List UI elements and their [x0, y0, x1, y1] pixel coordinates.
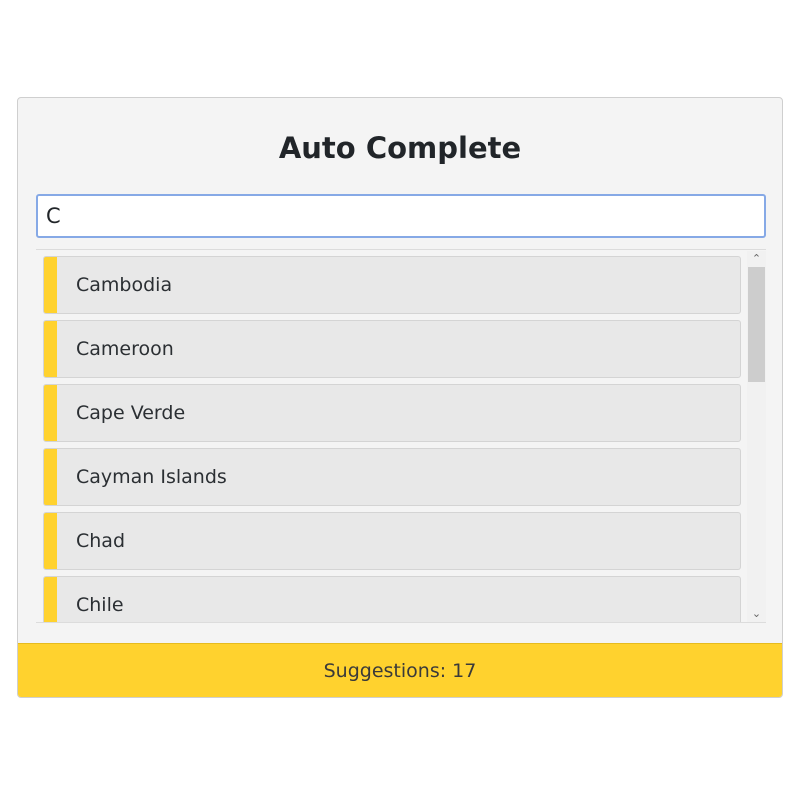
item-accent-bar	[44, 449, 57, 505]
divider	[36, 622, 766, 623]
list-item-chad[interactable]: Chad	[43, 512, 741, 570]
suggestions-count: Suggestions: 17	[323, 660, 477, 682]
list-item-cameroon[interactable]: Cameroon	[43, 320, 741, 378]
list-scrollbar[interactable]: ⌃ ⌄	[747, 251, 766, 622]
list-item-label: Chile	[76, 594, 124, 616]
search-input[interactable]	[36, 194, 766, 238]
autocomplete-card: Auto Complete Cambodia Cameroon Cape Ver…	[17, 97, 783, 698]
item-accent-bar	[44, 385, 57, 441]
list-item-cambodia[interactable]: Cambodia	[43, 256, 741, 314]
list-item-cayman-islands[interactable]: Cayman Islands	[43, 448, 741, 506]
page-title: Auto Complete	[278, 131, 522, 165]
item-accent-bar	[44, 513, 57, 569]
item-accent-bar	[44, 321, 57, 377]
list-item-label: Cape Verde	[76, 402, 186, 424]
chevron-down-icon[interactable]: ⌄	[747, 606, 766, 622]
list-item-chile[interactable]: Chile	[43, 576, 741, 623]
suggestion-list[interactable]: Cambodia Cameroon Cape Verde Cayman Isla…	[36, 250, 766, 623]
list-item-cape-verde[interactable]: Cape Verde	[43, 384, 741, 442]
item-accent-bar	[44, 577, 57, 623]
suggestions-count-bar: Suggestions: 17	[18, 643, 782, 697]
list-item-label: Cambodia	[76, 274, 173, 296]
chevron-up-icon[interactable]: ⌃	[747, 251, 766, 267]
list-item-label: Cayman Islands	[76, 466, 227, 488]
scroll-thumb[interactable]	[748, 267, 765, 382]
item-accent-bar	[44, 257, 57, 313]
list-item-label: Chad	[76, 530, 126, 552]
list-item-label: Cameroon	[76, 338, 174, 360]
